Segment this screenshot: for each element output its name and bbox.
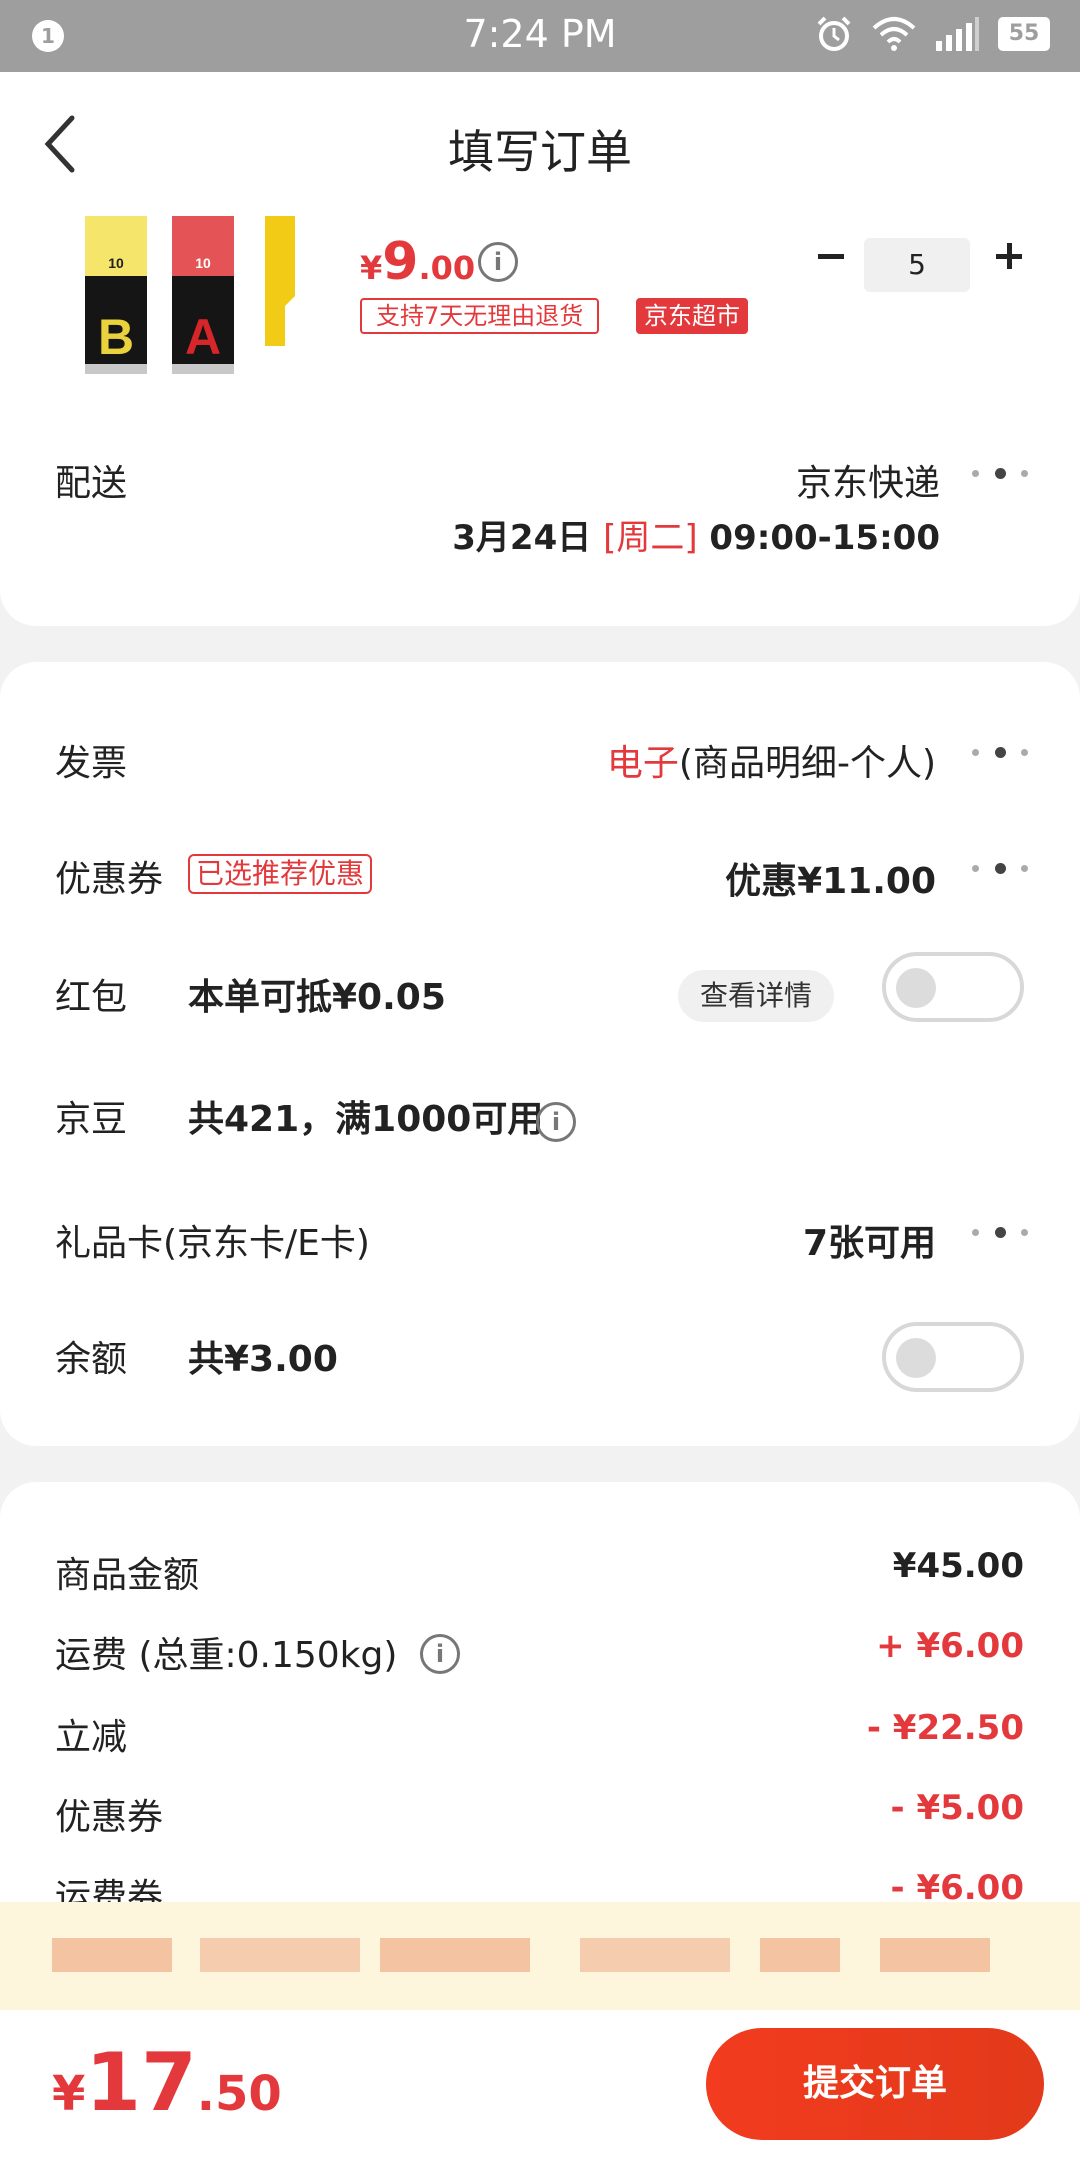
product-image-volume-a: 10 (195, 255, 211, 271)
delivery-time-slot: 09:00-15:00 (697, 518, 940, 558)
summary-coupon-label: 优惠券 (55, 1797, 164, 1838)
coupon-more-icon[interactable] (972, 861, 1028, 875)
invoice-value[interactable]: 电子(商品明细-个人) (607, 734, 936, 786)
shipping-info-icon[interactable]: i (420, 1634, 460, 1674)
order-options-card: 发票 电子(商品明细-个人) 优惠券 已选推荐优惠 优惠¥11.00 红包 本单… (0, 662, 1080, 1446)
total-currency: ¥ (52, 2066, 86, 2122)
summary-shipping-label: 运费 (总重:0.150kg) (55, 1635, 398, 1676)
alarm-icon (817, 16, 851, 51)
summary-coupon-value: - ¥5.00 (890, 1788, 1025, 1828)
summary-discount-value: - ¥22.50 (866, 1708, 1024, 1748)
delivery-label: 配送 (55, 463, 128, 504)
balance-value: 共¥3.00 (188, 1339, 338, 1380)
red-packet-value: 本单可抵¥0.05 (188, 977, 446, 1018)
summary-goods-value: ¥45.00 (892, 1546, 1024, 1586)
delivery-date: 3月24日 (452, 518, 604, 558)
status-icons: 55 (814, 14, 1050, 54)
product-image-letter-a: A (185, 309, 221, 365)
price-info-icon[interactable]: i (478, 242, 518, 282)
total-decimal: .50 (196, 2066, 282, 2122)
price-decimal: .00 (418, 249, 476, 287)
red-packet-label: 红包 (55, 977, 128, 1018)
jd-beans-info-icon[interactable]: i (536, 1102, 576, 1142)
quantity-input[interactable]: 5 (864, 238, 970, 292)
balance-toggle[interactable] (882, 1322, 1024, 1392)
status-bar: 1 7:24 PM 55 (0, 0, 1080, 72)
summary-goods-label: 商品金额 (55, 1555, 200, 1596)
red-packet-detail-button[interactable]: 查看详情 (678, 970, 834, 1022)
delivery-more-icon[interactable] (972, 466, 1028, 480)
return-policy-tag: 支持7天无理由退货 (360, 298, 600, 334)
product-image-letter-b: B (98, 309, 134, 365)
coupon-label: 优惠券 (55, 859, 164, 900)
balance-label: 余额 (55, 1339, 128, 1380)
delivery-method[interactable]: 京东快递 (796, 454, 940, 506)
quantity-increase-button[interactable] (990, 236, 1030, 276)
price-integer: 9 (382, 232, 419, 292)
jd-beans-value: 共421，满1000可用 (188, 1099, 544, 1140)
quantity-decrease-button[interactable] (812, 236, 852, 276)
order-item-card: B 10 A 10 ¥9.00 i 支持7天无理由退货 京东超市 5 配送 京东… (0, 214, 1080, 626)
invoice-detail: (商品明细-个人) (678, 743, 936, 784)
delivery-time[interactable]: 3月24日 [周二] 09:00-15:00 (452, 510, 940, 559)
jd-beans-label: 京豆 (55, 1099, 128, 1140)
submit-order-button[interactable]: 提交订单 (706, 2028, 1044, 2140)
product-image-volume-b: 10 (108, 255, 124, 271)
total-price: ¥17.50 (52, 2036, 282, 2129)
invoice-label: 发票 (55, 743, 128, 784)
gift-card-value[interactable]: 7张可用 (803, 1214, 936, 1266)
invoice-type: 电子 (606, 743, 679, 784)
total-integer: 17 (85, 2036, 197, 2129)
page-title: 填写订单 (448, 125, 632, 179)
summary-shipping-value: + ¥6.00 (876, 1626, 1024, 1666)
signal-icon (936, 17, 979, 51)
product-image[interactable]: B 10 A 10 (80, 216, 310, 376)
product-price: ¥9.00 (360, 232, 475, 292)
summary-discount-label: 立减 (55, 1717, 128, 1758)
coupon-value[interactable]: 优惠¥11.00 (725, 852, 936, 904)
gift-card-more-icon[interactable] (972, 1225, 1028, 1239)
store-tag: 京东超市 (636, 298, 748, 334)
invoice-more-icon[interactable] (972, 745, 1028, 759)
coupon-recommended-badge: 已选推荐优惠 (188, 854, 373, 894)
price-summary-card: 商品金额 ¥45.00 运费 (总重:0.150kg) i + ¥6.00 立减… (0, 1482, 1080, 1918)
gift-card-label: 礼品卡(京东卡/E卡) (55, 1223, 370, 1264)
delivery-weekday: [周二] (603, 518, 698, 558)
price-currency: ¥ (360, 249, 383, 287)
notice-banner[interactable] (0, 1902, 1080, 2010)
battery-icon: 55 (998, 17, 1050, 51)
red-packet-toggle[interactable] (882, 952, 1024, 1022)
wifi-icon (872, 17, 916, 51)
page-header: 填写订单 (0, 72, 1080, 214)
bottom-bar: ¥17.50 提交订单 (0, 2010, 1080, 2160)
